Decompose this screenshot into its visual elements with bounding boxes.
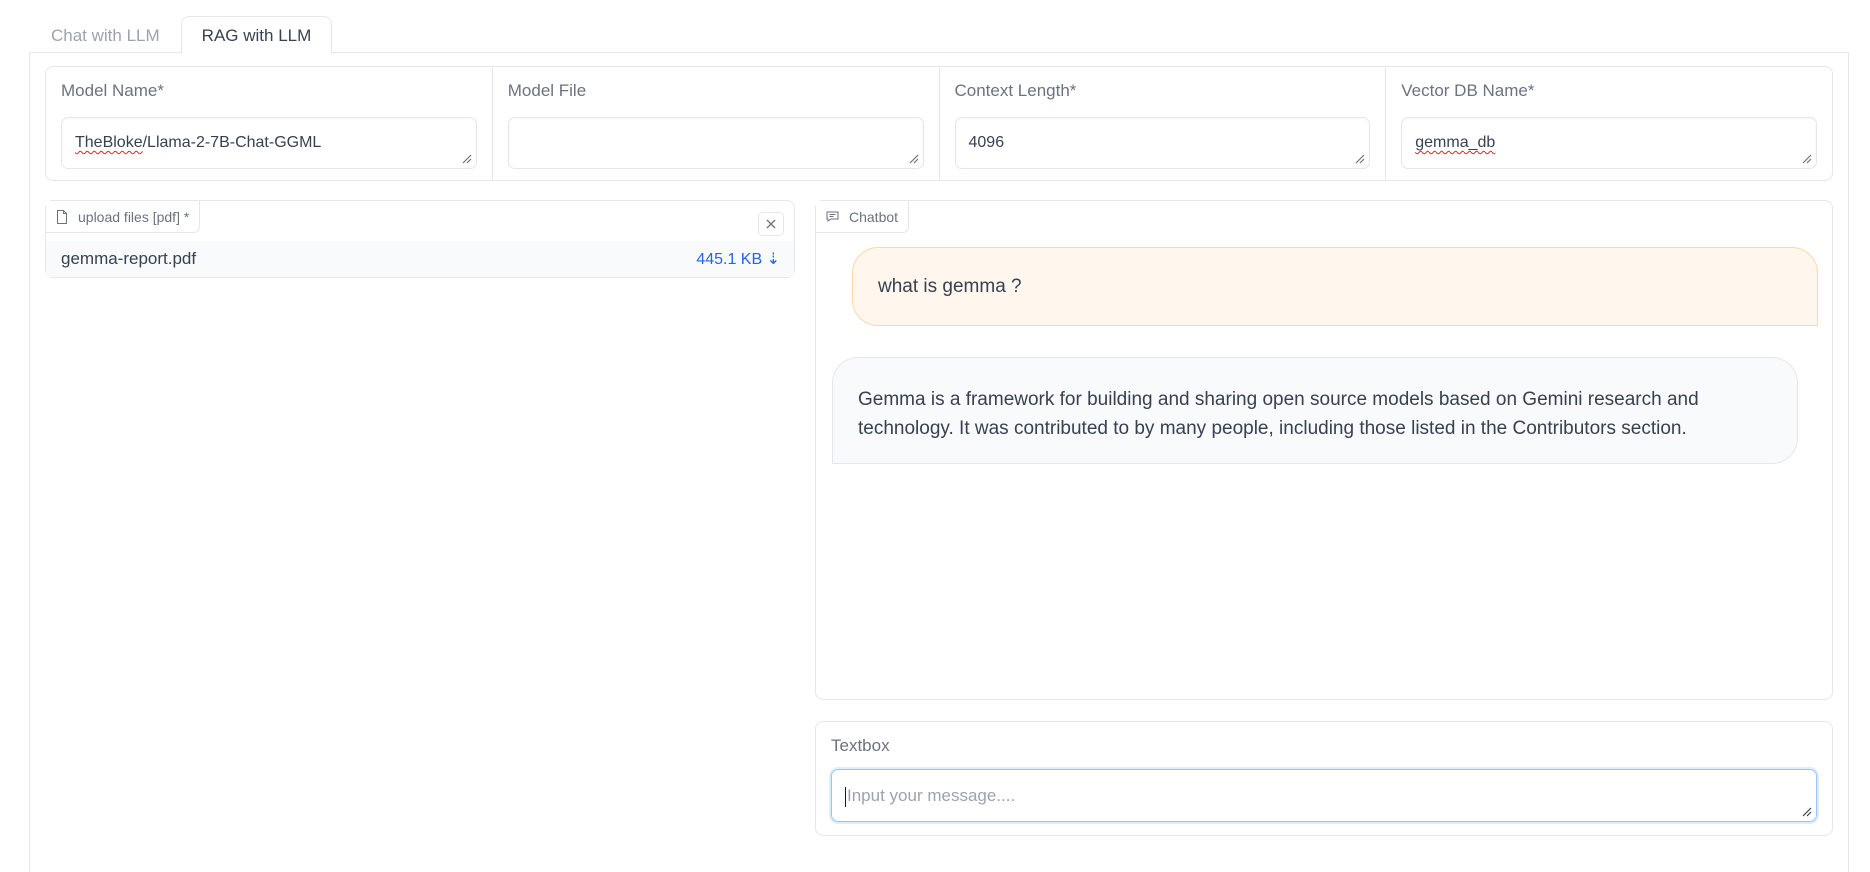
- model-name-value-prefix: TheBloke: [75, 134, 143, 151]
- vector-db-name-value: gemma_db: [1415, 134, 1496, 151]
- model-file-label: Model File: [507, 81, 587, 100]
- file-download-link[interactable]: 445.1 KB ⇣: [696, 249, 780, 269]
- tab-bar: Chat with LLM RAG with LLM: [30, 16, 333, 54]
- user-message: what is gemma ?: [852, 247, 1818, 326]
- file-name: gemma-report.pdf: [61, 249, 197, 268]
- model-file-block: Model File: [493, 67, 940, 180]
- chatbot-label-badge: Chatbot: [816, 201, 910, 233]
- chatbot-panel: Chatbot what is gemma ? Gemma is a frame…: [815, 200, 1833, 700]
- upload-label: upload files [pdf] *: [78, 208, 190, 225]
- model-name-block: Model Name* TheBloke/Llama-2-7B-Chat-GGM…: [46, 67, 493, 180]
- model-file-field[interactable]: [507, 117, 924, 169]
- textbox-panel: Textbox Input your message....: [815, 721, 1833, 836]
- resize-handle-icon[interactable]: [462, 154, 472, 164]
- file-icon: [57, 209, 67, 224]
- textbox-label: Textbox: [831, 736, 890, 755]
- context-length-value: 4096: [968, 134, 1005, 151]
- tab-rag-with-llm[interactable]: RAG with LLM: [180, 16, 333, 54]
- tab-chat-with-llm[interactable]: Chat with LLM: [30, 16, 181, 53]
- message-input[interactable]: Input your message....: [831, 769, 1817, 822]
- upload-label-badge: upload files [pdf] *: [46, 201, 201, 233]
- context-length-block: Context Length* 4096: [940, 67, 1387, 180]
- file-upload-panel: upload files [pdf] * gemma-report.pdf 44…: [45, 200, 795, 278]
- resize-handle-icon[interactable]: [1355, 154, 1365, 164]
- text-caret: [845, 786, 846, 807]
- context-length-field[interactable]: 4096: [954, 117, 1371, 169]
- model-name-field[interactable]: TheBloke/Llama-2-7B-Chat-GGML: [61, 117, 477, 169]
- bot-message: Gemma is a framework for building and sh…: [832, 357, 1798, 464]
- resize-handle-icon[interactable]: [1802, 807, 1812, 817]
- settings-row: Model Name* TheBloke/Llama-2-7B-Chat-GGM…: [45, 66, 1833, 181]
- file-row: gemma-report.pdf 445.1 KB ⇣: [46, 241, 794, 277]
- model-name-value-suffix: /Llama-2-7B-Chat-GGML: [142, 134, 322, 151]
- chat-bubble-icon: [826, 211, 839, 222]
- message-input-placeholder: Input your message....: [847, 786, 1016, 805]
- resize-handle-icon[interactable]: [909, 154, 919, 164]
- vector-db-name-field[interactable]: gemma_db: [1401, 117, 1817, 169]
- clear-files-button[interactable]: [758, 212, 784, 236]
- close-icon: [766, 219, 776, 229]
- vector-db-name-block: Vector DB Name* gemma_db: [1386, 67, 1832, 180]
- context-length-label: Context Length*: [954, 81, 1077, 100]
- chatbot-label: Chatbot: [849, 208, 899, 225]
- model-name-label: Model Name*: [61, 81, 164, 100]
- vector-db-name-label: Vector DB Name*: [1401, 81, 1535, 100]
- resize-handle-icon[interactable]: [1802, 154, 1812, 164]
